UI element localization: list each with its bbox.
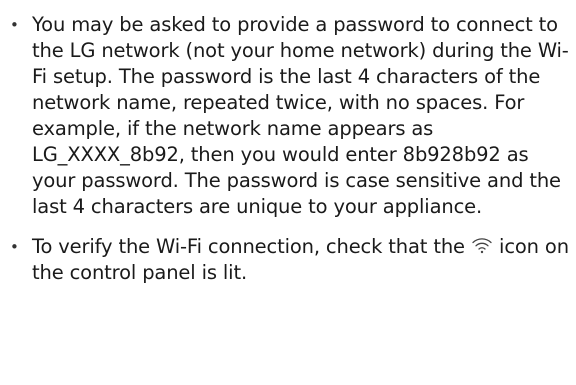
bullet-text-verify-before: To verify the Wi-Fi connection, check th… — [32, 235, 465, 258]
wifi-icon — [472, 238, 492, 254]
bullet-marker: • — [10, 16, 19, 34]
bullet-list: • You may be asked to provide a password… — [0, 12, 576, 286]
bullet-text-password: You may be asked to provide a password t… — [32, 13, 569, 218]
document-page: • You may be asked to provide a password… — [0, 12, 576, 385]
bullet-marker: • — [10, 238, 19, 256]
bullet-item-verify: • To verify the Wi-Fi connection, check … — [0, 234, 576, 286]
bullet-item-password: • You may be asked to provide a password… — [0, 12, 576, 220]
